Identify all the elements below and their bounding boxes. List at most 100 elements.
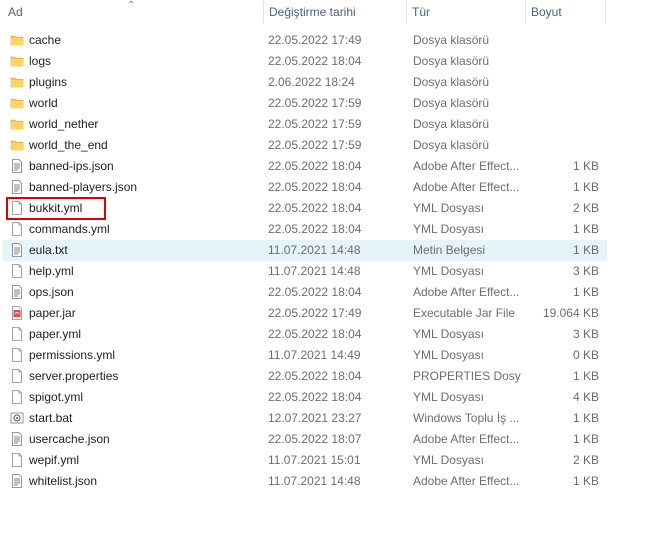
file-name: banned-ips.json [29, 159, 114, 173]
file-row[interactable]: world_the_end 22.05.2022 17:59 Dosya klasö… [3, 135, 607, 156]
file-row[interactable]: bukkit.yml 22.05.2022 18:04 YML Dosyası 2 K… [3, 198, 607, 219]
file-name: world_nether [29, 117, 99, 131]
text-file-icon [10, 285, 24, 299]
file-type: Executable Jar File [413, 306, 516, 320]
file-size: 1 KB [572, 180, 599, 194]
file-row[interactable]: server.properties 22.05.2022 18:04 PROPERT… [3, 366, 607, 387]
file-type: Dosya klasörü [413, 75, 490, 89]
column-header-name-label: Ad [8, 5, 23, 19]
blank-file-icon [10, 201, 24, 215]
file-size: 0 KB [572, 348, 599, 362]
folder-icon [10, 54, 24, 68]
file-row[interactable]: world 22.05.2022 17:59 Dosya klasörü [3, 93, 607, 114]
file-name: commands.yml [29, 222, 110, 236]
file-row[interactable]: start.bat 12.07.2021 23:27 Windows Toplu İ… [3, 408, 607, 429]
file-modified-date: 12.07.2021 23:27 [268, 411, 362, 425]
file-size [529, 30, 599, 51]
file-row[interactable]: eula.txt 11.07.2021 14:48 Metin Belgesi 1 K… [3, 240, 607, 261]
blank-file-icon [10, 264, 24, 278]
file-explorer: Ad ⌃ Değiştirme tarihi Tür Boyut cache 22… [0, 0, 666, 544]
file-row[interactable]: cache 22.05.2022 17:49 Dosya klasörü [3, 30, 607, 51]
file-modified-date: 22.05.2022 18:04 [268, 222, 362, 236]
file-type: Adobe After Effect... [413, 285, 520, 299]
file-type: Adobe After Effect... [413, 474, 520, 488]
file-type: Dosya klasörü [413, 54, 490, 68]
file-type: YML Dosyası [413, 453, 484, 467]
file-modified-date: 22.05.2022 17:59 [268, 138, 362, 152]
file-size [529, 51, 599, 72]
file-modified-date: 22.05.2022 17:49 [268, 33, 362, 47]
file-row[interactable]: spigot.yml 22.05.2022 18:04 YML Dosyası 4 K… [3, 387, 607, 408]
file-size: 1 KB [572, 243, 599, 257]
file-row[interactable]: paper.jar 22.05.2022 17:49 Executable Jar … [3, 303, 607, 324]
file-size: 2 KB [572, 453, 599, 467]
file-row[interactable]: wepif.yml 11.07.2021 15:01 YML Dosyası 2 KB [3, 450, 607, 471]
file-row[interactable]: banned-players.json 22.05.2022 18:04 Adobe… [3, 177, 607, 198]
file-row[interactable]: whitelist.json 11.07.2021 14:48 Adobe Afte… [3, 471, 607, 492]
file-modified-date: 22.05.2022 18:04 [268, 285, 362, 299]
file-modified-date: 22.05.2022 18:04 [268, 159, 362, 173]
file-size: 1 KB [572, 411, 599, 425]
file-size: 1 KB [572, 222, 599, 236]
file-name: bukkit.yml [29, 201, 83, 215]
file-size [529, 114, 599, 135]
file-size: 3 KB [572, 264, 599, 278]
column-header-name[interactable]: Ad ⌃ [3, 0, 264, 24]
file-size: 1 KB [572, 432, 599, 446]
file-row[interactable]: banned-ips.json 22.05.2022 18:04 Adobe Aft… [3, 156, 607, 177]
file-modified-date: 22.05.2022 17:59 [268, 96, 362, 110]
file-size: 4 KB [572, 390, 599, 404]
text-file-icon [10, 243, 24, 257]
file-type: Adobe After Effect... [413, 180, 520, 194]
column-header-size[interactable]: Boyut [526, 0, 606, 24]
file-name: logs [29, 54, 52, 68]
folder-icon [10, 117, 24, 131]
file-row[interactable]: paper.yml 22.05.2022 18:04 YML Dosyası 3 KB [3, 324, 607, 345]
file-size [529, 93, 599, 114]
file-size: 19.064 KB [542, 306, 599, 320]
file-modified-date: 22.05.2022 18:04 [268, 201, 362, 215]
jar-file-icon [10, 306, 24, 320]
file-row[interactable]: permissions.yml 11.07.2021 14:49 YML Dosya… [3, 345, 607, 366]
file-modified-date: 2.06.2022 18:24 [268, 75, 355, 89]
file-name: cache [29, 33, 62, 47]
file-type: YML Dosyası [413, 222, 484, 236]
file-size: 3 KB [572, 327, 599, 341]
file-type: Dosya klasörü [413, 117, 490, 131]
file-row[interactable]: commands.yml 22.05.2022 18:04 YML Dosyası 1… [3, 219, 607, 240]
file-size: 1 KB [572, 369, 599, 383]
file-type: Dosya klasörü [413, 33, 490, 47]
blank-file-icon [10, 453, 24, 467]
file-row[interactable]: ops.json 22.05.2022 18:04 Adobe After Effe… [3, 282, 607, 303]
file-name: world [29, 96, 58, 110]
file-row[interactable]: world_nether 22.05.2022 17:59 Dosya klasör… [3, 114, 607, 135]
file-modified-date: 11.07.2021 15:01 [268, 453, 361, 467]
column-header-date[interactable]: Değiştirme tarihi [264, 0, 407, 24]
file-row[interactable]: logs 22.05.2022 18:04 Dosya klasörü [3, 51, 607, 72]
column-header-type[interactable]: Tür [407, 0, 526, 24]
file-modified-date: 22.05.2022 18:04 [268, 327, 362, 341]
file-name: spigot.yml [29, 390, 84, 404]
file-row[interactable]: plugins 2.06.2022 18:24 Dosya klasörü [3, 72, 607, 93]
blank-file-icon [10, 327, 24, 341]
file-name: plugins [29, 75, 68, 89]
file-row[interactable]: help.yml 11.07.2021 14:48 YML Dosyası 3 KB [3, 261, 607, 282]
file-size: 1 KB [572, 159, 599, 173]
file-type: YML Dosyası [413, 327, 484, 341]
file-row[interactable]: usercache.json 22.05.2022 18:07 Adobe Afte… [3, 429, 607, 450]
file-name: paper.jar [29, 306, 76, 320]
file-modified-date: 11.07.2021 14:49 [268, 348, 361, 362]
batch-file-icon [10, 411, 24, 425]
file-type: YML Dosyası [413, 390, 484, 404]
file-modified-date: 22.05.2022 18:04 [268, 54, 362, 68]
file-name: whitelist.json [29, 474, 98, 488]
file-type: PROPERTIES Dosyası [413, 369, 521, 383]
file-type: YML Dosyası [413, 264, 484, 278]
file-modified-date: 22.05.2022 17:59 [268, 117, 362, 131]
text-file-icon [10, 432, 24, 446]
file-name: help.yml [29, 264, 74, 278]
file-type: YML Dosyası [413, 348, 484, 362]
file-name: ops.json [29, 285, 74, 299]
folder-icon [10, 96, 24, 110]
file-modified-date: 22.05.2022 18:07 [268, 432, 362, 446]
